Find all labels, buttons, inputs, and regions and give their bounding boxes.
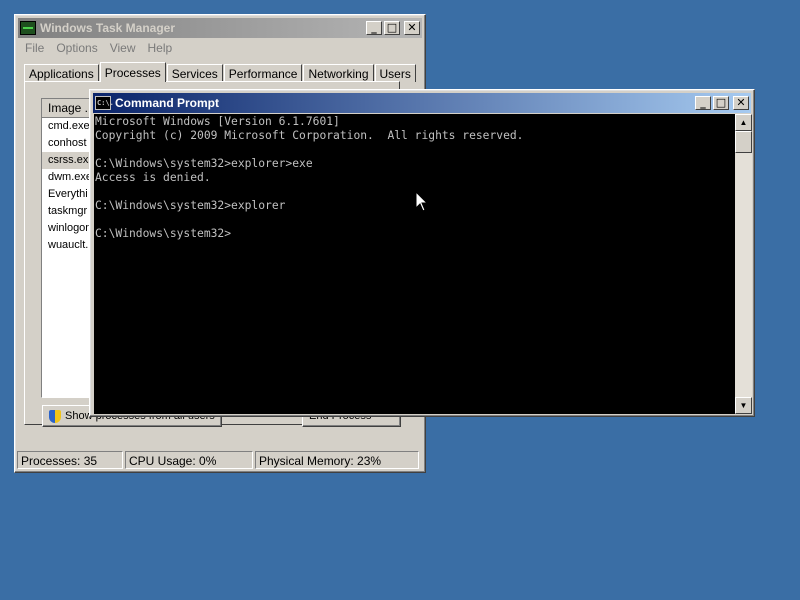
command-prompt-window: C:\. Command Prompt _ □ ✕ Microsoft Wind… — [89, 89, 755, 417]
tab-services[interactable]: Services — [166, 64, 223, 82]
console-line — [94, 212, 735, 226]
task-manager-icon — [20, 21, 36, 35]
console-line: Access is denied. — [95, 171, 211, 184]
scroll-thumb[interactable] — [735, 131, 752, 153]
vertical-scrollbar[interactable]: ▲ ▼ — [735, 114, 752, 414]
command-prompt-titlebar[interactable]: C:\. Command Prompt _ □ ✕ — [93, 93, 751, 113]
task-manager-title: Windows Task Manager — [40, 21, 176, 35]
status-cpu-usage: CPU Usage: 0% — [125, 451, 253, 469]
command-prompt-title: Command Prompt — [115, 96, 220, 110]
close-button[interactable]: ✕ — [404, 21, 420, 35]
console-output[interactable]: Microsoft Windows [Version 6.1.7601] Cop… — [94, 114, 735, 414]
menu-help[interactable]: Help — [142, 39, 179, 57]
command-prompt-icon: C:\. — [95, 96, 114, 110]
console-line: Microsoft Windows [Version 6.1.7601] — [95, 115, 340, 128]
console-line: Copyright (c) 2009 Microsoft Corporation… — [95, 129, 524, 142]
tab-applications[interactable]: Applications — [24, 64, 99, 82]
mouse-pointer-icon — [415, 191, 429, 212]
uac-shield-icon — [49, 409, 61, 423]
scroll-up-arrow-icon[interactable]: ▲ — [735, 114, 752, 131]
menu-options[interactable]: Options — [50, 39, 103, 57]
tab-users[interactable]: Users — [374, 64, 416, 82]
menu-file[interactable]: File — [19, 39, 50, 57]
status-processes: Processes: 35 — [17, 451, 123, 469]
close-button[interactable]: ✕ — [733, 96, 749, 110]
console-line: C:\Windows\system32> — [95, 227, 232, 240]
status-physical-memory: Physical Memory: 23% — [255, 451, 419, 469]
status-bar: Processes: 35 CPU Usage: 0% Physical Mem… — [17, 451, 423, 469]
console-line: C:\Windows\system32>explorer>exe — [95, 157, 313, 170]
tab-performance[interactable]: Performance — [223, 64, 303, 82]
tab-strip: Applications Processes Services Performa… — [24, 62, 417, 82]
task-manager-titlebar[interactable]: Windows Task Manager _ □ ✕ — [18, 18, 422, 38]
scroll-down-arrow-icon[interactable]: ▼ — [735, 397, 752, 414]
maximize-button[interactable]: □ — [713, 96, 729, 110]
minimize-button[interactable]: _ — [366, 21, 382, 35]
menu-view[interactable]: View — [104, 39, 142, 57]
console-line — [94, 142, 735, 156]
tab-networking[interactable]: Networking — [303, 64, 374, 82]
tab-processes[interactable]: Processes — [99, 62, 166, 82]
maximize-button[interactable]: □ — [384, 21, 400, 35]
minimize-button[interactable]: _ — [695, 96, 711, 110]
menu-bar: File Options View Help — [19, 39, 178, 57]
